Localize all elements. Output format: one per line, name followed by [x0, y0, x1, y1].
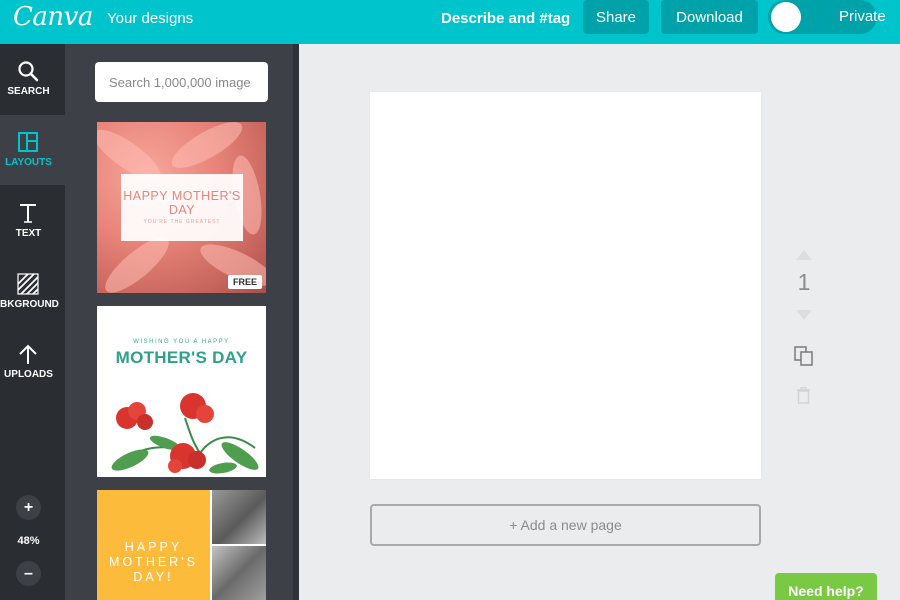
template-thumbnail[interactable]: HAPPY MOTHER'S DAY! — [97, 490, 266, 600]
search-icon — [18, 61, 39, 82]
layouts-panel: HAPPY MOTHER'S DAY YOU'RE THE GREATEST F… — [65, 44, 299, 600]
sidebar-item-label: LAYOUTS — [5, 157, 52, 168]
template-title: MOTHER'S DAY — [115, 348, 248, 367]
page-down-icon[interactable] — [795, 309, 813, 321]
delete-page-icon[interactable] — [796, 387, 811, 404]
design-page[interactable] — [370, 92, 761, 479]
copy-page-icon[interactable] — [794, 346, 814, 366]
zoom-level: 48% — [17, 535, 40, 547]
text-icon — [20, 204, 36, 223]
template-thumbnail[interactable]: WISHING YOU A HAPPY MOTHER'S DAY — [97, 306, 266, 477]
need-help-button[interactable]: Need help? — [775, 573, 877, 600]
page-number: 1 — [797, 269, 811, 295]
sidebar-item-search[interactable]: SEARCH — [0, 44, 65, 114]
page-up-icon[interactable] — [795, 249, 813, 261]
zoom-out-button[interactable]: – — [16, 561, 41, 586]
zoom-in-button[interactable]: + — [16, 495, 41, 520]
sidebar-item-background[interactable]: BKGROUND — [0, 257, 65, 327]
template-title: HAPPY MOTHER'S DAY! — [109, 540, 198, 584]
privacy-label: Private — [839, 8, 886, 25]
template-subtitle: YOU'RE THE GREATEST — [143, 219, 221, 225]
share-button[interactable]: Share — [583, 0, 649, 34]
top-bar: Canva Your designs Describe and #tag Sha… — [0, 0, 900, 44]
template-title: HAPPY MOTHER'S DAY — [123, 189, 241, 217]
template-photo — [212, 490, 266, 544]
free-badge: FREE — [227, 275, 262, 289]
sidebar-item-label: UPLOADS — [4, 369, 53, 380]
sidebar-item-label: BKGROUND — [0, 299, 59, 310]
layouts-icon — [18, 132, 38, 152]
sidebar-item-label: SEARCH — [7, 86, 50, 97]
toggle-knob — [771, 2, 801, 32]
background-icon — [17, 273, 39, 295]
describe-and-tag-link[interactable]: Describe and #tag — [441, 10, 570, 27]
add-page-button[interactable]: + Add a new page — [370, 504, 761, 546]
template-thumbnail[interactable]: HAPPY MOTHER'S DAY YOU'RE THE GREATEST F… — [97, 122, 266, 293]
privacy-toggle[interactable]: Private — [768, 0, 886, 34]
template-text-card: HAPPY MOTHER'S DAY YOU'RE THE GREATEST — [121, 174, 243, 241]
sidebar-item-text[interactable]: TEXT — [0, 186, 65, 256]
template-subtitle: WISHING YOU A HAPPY — [133, 339, 230, 345]
flower-illustration — [111, 393, 259, 474]
upload-icon — [19, 344, 37, 364]
panel-scrollbar[interactable] — [293, 44, 299, 600]
sidebar: SEARCH LAYOUTS TEXT BKGROUND UPLOADS + 4… — [0, 44, 65, 600]
your-designs-link[interactable]: Your designs — [107, 10, 193, 27]
canva-logo[interactable]: Canva — [13, 2, 93, 32]
sidebar-item-layouts[interactable]: LAYOUTS — [0, 115, 65, 185]
sidebar-item-uploads[interactable]: UPLOADS — [0, 328, 65, 398]
sidebar-item-label: TEXT — [15, 228, 42, 239]
template-photo — [212, 546, 266, 600]
template-color-block: HAPPY MOTHER'S DAY! — [97, 490, 210, 600]
search-input[interactable] — [95, 62, 268, 102]
download-button[interactable]: Download — [661, 0, 758, 34]
